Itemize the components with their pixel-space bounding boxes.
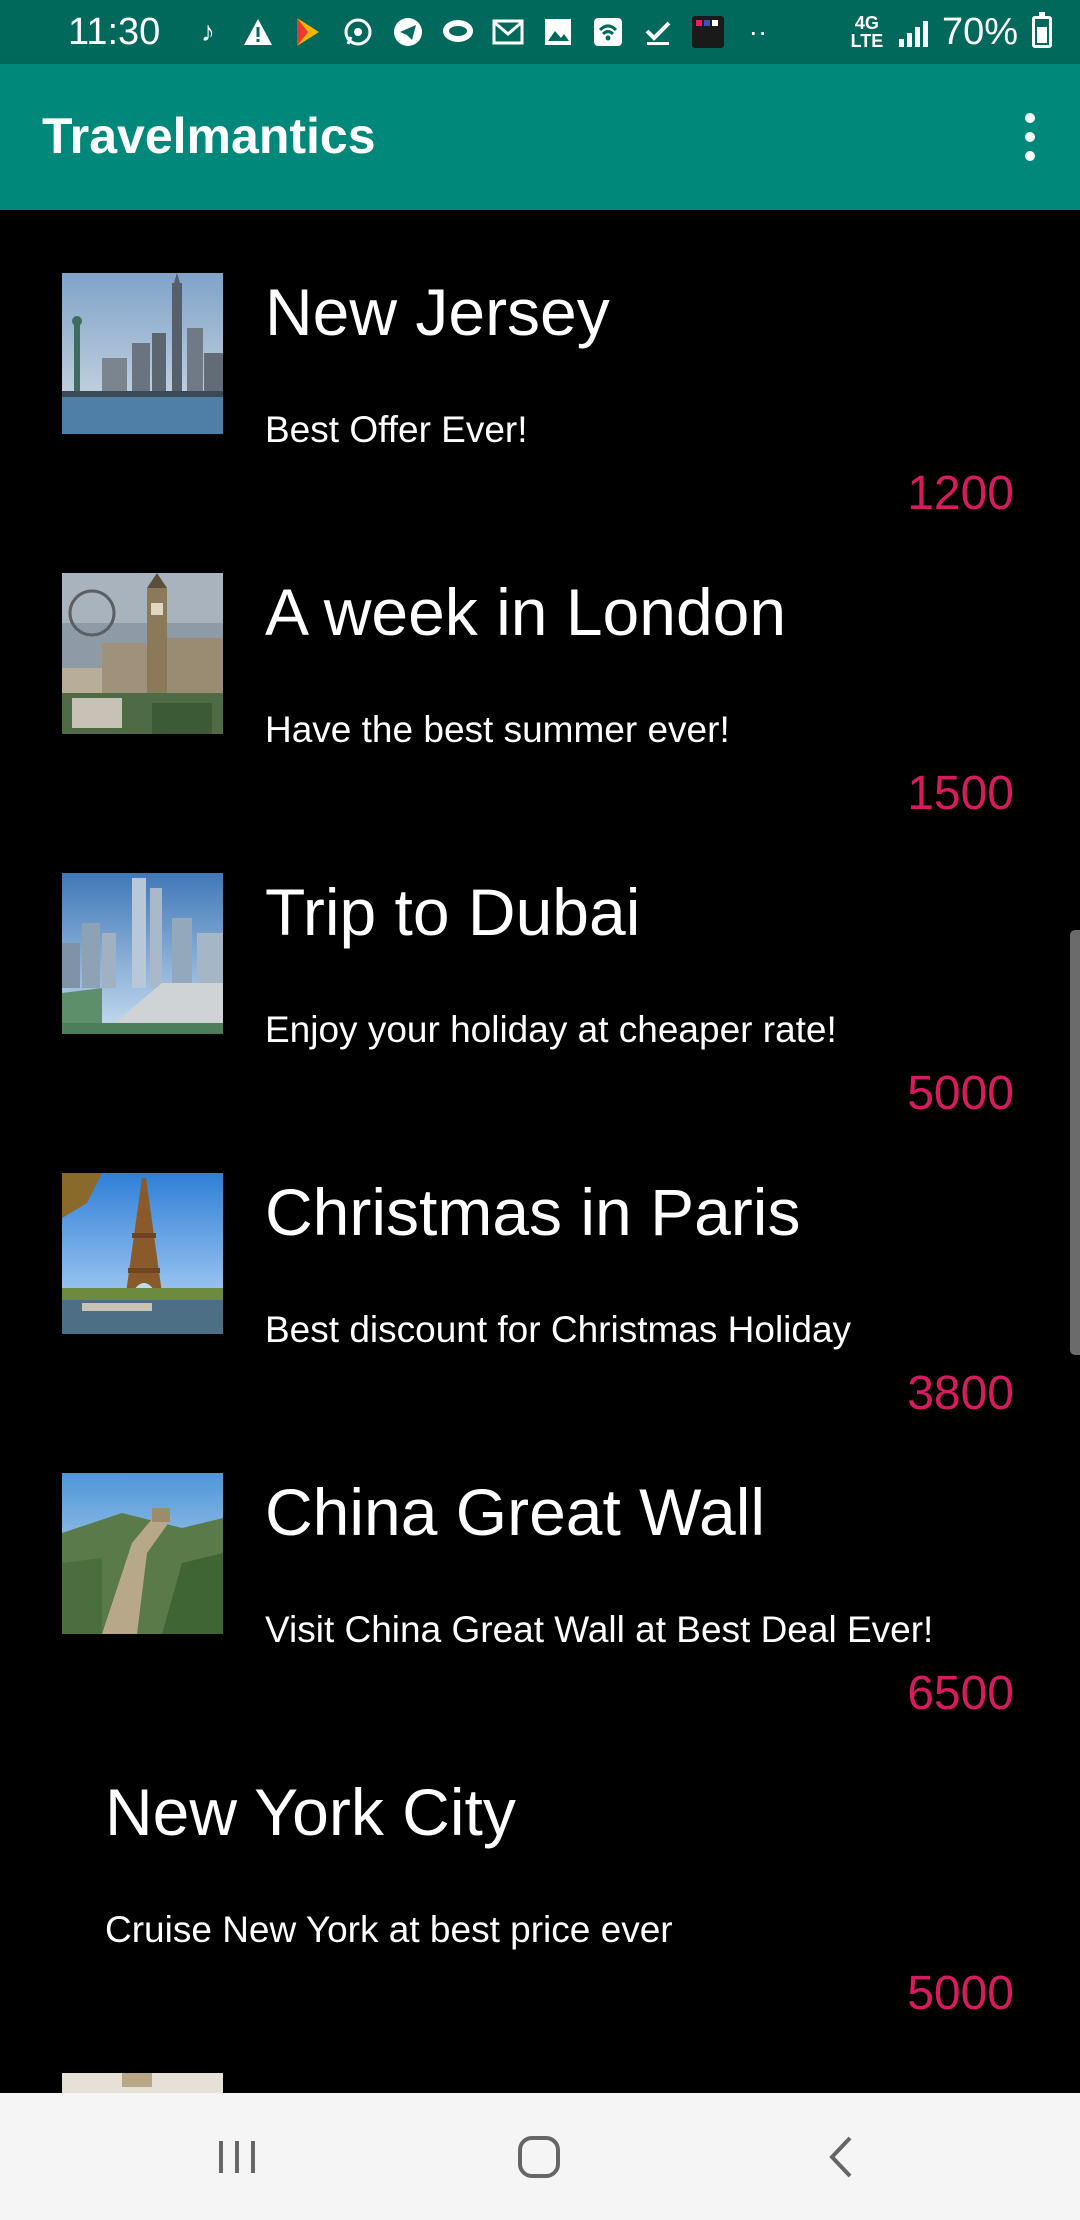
gmail-icon	[490, 14, 526, 50]
wifi-calling-icon	[590, 14, 626, 50]
deal-title: China Great Wall	[265, 1475, 766, 1549]
deal-description: Enjoy your holiday at cheaper rate!	[265, 1009, 837, 1050]
app-title: Travelmantics	[42, 108, 376, 164]
notification-icons: ♪ ··	[190, 10, 776, 54]
battery-icon	[1032, 12, 1052, 48]
network-type: 4G LTE	[850, 13, 884, 51]
recent-apps-icon[interactable]	[177, 2093, 297, 2220]
deal-description: Best Offer Ever!	[265, 409, 528, 450]
battery-percentage: 70%	[941, 11, 1018, 53]
gallery-icon	[540, 14, 576, 50]
back-icon[interactable]	[781, 2093, 901, 2220]
play-games-icon	[290, 14, 326, 50]
deal-description: Visit China Great Wall at Best Deal Ever…	[265, 1609, 934, 1650]
signal-icon	[898, 17, 928, 47]
deal-description: Cruise New York at best price ever	[105, 1909, 673, 1950]
deal-item[interactable]: Christmas in Paris Best discount for Chr…	[0, 1110, 1080, 1420]
deal-description: Best discount for Christmas Holiday	[265, 1309, 852, 1350]
deal-image-partial	[62, 2073, 223, 2093]
deal-title: Trip to Dubai	[265, 875, 641, 949]
deal-image-paris	[62, 1173, 223, 1334]
deal-price: 5000	[907, 1967, 1014, 2020]
app-bar: Travelmantics	[0, 64, 1080, 210]
home-icon[interactable]	[479, 2093, 599, 2220]
deal-item[interactable]: New York City Cruise New York at best pr…	[0, 1710, 1080, 2020]
deal-title: A week in London	[265, 575, 787, 649]
alert-icon	[240, 14, 276, 50]
app-icon	[690, 14, 726, 50]
deal-image-london	[62, 573, 223, 734]
navigation-bar	[0, 2093, 1080, 2220]
deal-item[interactable]: New Jersey Best Offer Ever! 1200	[0, 210, 1080, 520]
deal-item[interactable]: Trip to Dubai Enjoy your holiday at chea…	[0, 810, 1080, 1120]
overflow-menu-icon[interactable]	[1000, 102, 1060, 172]
deal-description: Have the best summer ever!	[265, 709, 730, 750]
deal-item[interactable]: China Great Wall Visit China Great Wall …	[0, 1410, 1080, 1720]
status-bar: 11:30 ♪ ·· 4G LTE 70%	[0, 0, 1080, 64]
deal-list[interactable]: New Jersey Best Offer Ever! 1200 A week …	[0, 210, 1080, 2093]
telegram-icon	[390, 14, 426, 50]
deal-image-new-jersey	[62, 273, 223, 434]
tiktok-icon: ♪	[201, 16, 215, 47]
whatsapp-icon	[340, 14, 376, 50]
deal-title: New Jersey	[265, 275, 610, 349]
deal-item[interactable]: A week in London Have the best summer ev…	[0, 510, 1080, 820]
deal-title: Christmas in Paris	[265, 1175, 801, 1249]
deal-title: New York City	[105, 1775, 516, 1849]
check-icon	[640, 14, 676, 50]
deal-image-dubai	[62, 873, 223, 1034]
scrollbar[interactable]	[1070, 930, 1080, 1355]
status-time: 11:30	[68, 11, 161, 53]
status-indicators: 4G LTE 70%	[849, 8, 1052, 56]
more-notifications-icon: ··	[748, 16, 768, 47]
deal-image-great-wall	[62, 1473, 223, 1634]
messages-icon	[440, 14, 476, 50]
